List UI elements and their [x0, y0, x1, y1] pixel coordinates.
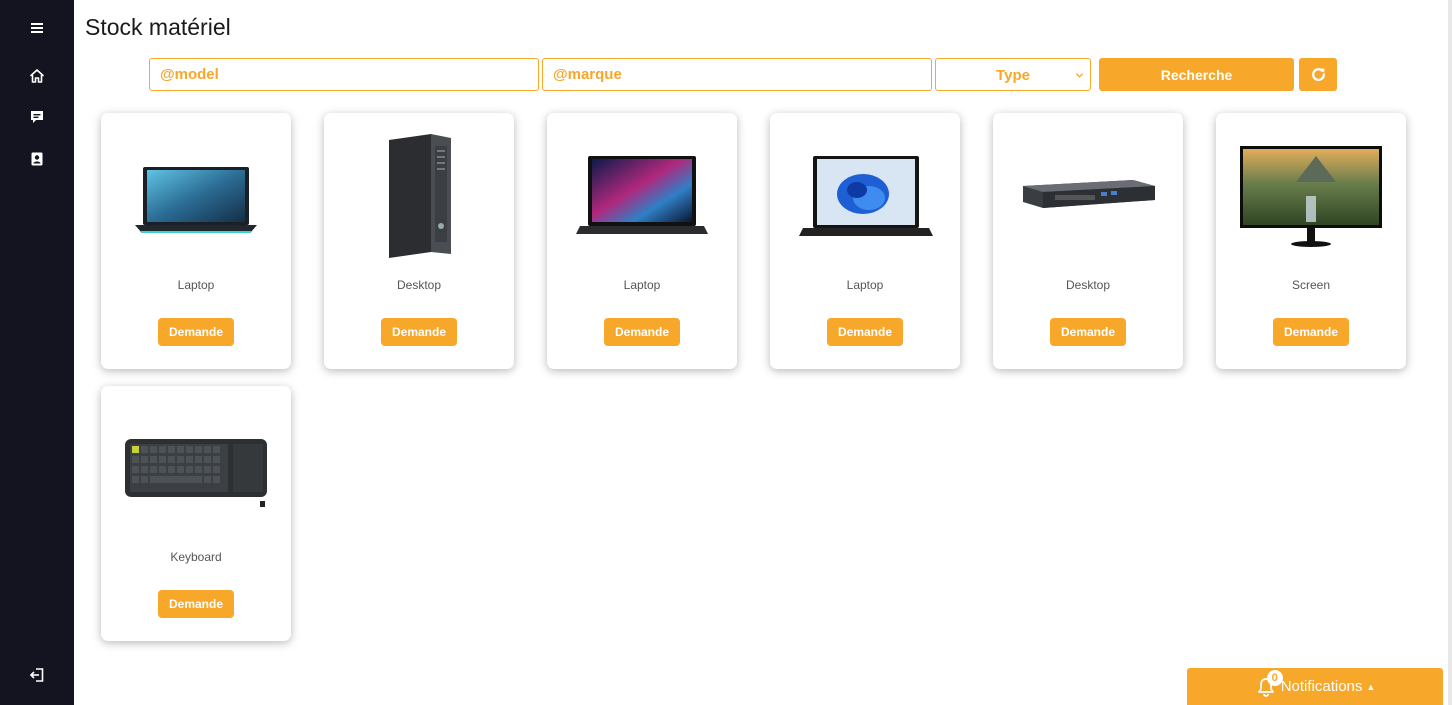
product-type: Screen	[1291, 278, 1331, 292]
demande-button[interactable]: Demande	[158, 590, 234, 618]
notifications-label: Notifications	[1280, 678, 1363, 695]
demande-button[interactable]: Demande	[827, 318, 903, 346]
product-type: Laptop	[623, 278, 661, 292]
demande-button[interactable]: Demande	[604, 318, 680, 346]
desktop-tower-image	[389, 134, 451, 258]
product-type: Laptop	[177, 278, 215, 292]
laptop-image	[135, 167, 257, 233]
notifications-toggle[interactable]: 0 Notifications ▲	[1187, 668, 1443, 705]
search-button[interactable]: Recherche	[1099, 58, 1294, 91]
caret-up-icon: ▲	[1366, 681, 1376, 692]
product-image	[121, 394, 271, 544]
chevron-down-icon	[1075, 73, 1084, 78]
sidebar	[0, 0, 74, 705]
bell-icon: 0	[1255, 669, 1283, 698]
product-image	[1236, 121, 1386, 271]
product-card: Keyboard Demande	[101, 386, 291, 641]
refresh-button[interactable]	[1299, 58, 1337, 91]
product-image	[567, 121, 717, 271]
model-search-input[interactable]	[149, 58, 539, 91]
mini-desktop-image	[1023, 180, 1155, 208]
demande-button[interactable]: Demande	[1050, 318, 1126, 346]
logout-icon[interactable]	[27, 665, 47, 685]
product-card: Desktop Demande	[993, 113, 1183, 369]
page-title: Stock matériel	[85, 14, 231, 40]
type-select[interactable]: Type	[935, 58, 1091, 91]
demande-button[interactable]: Demande	[381, 318, 457, 346]
chat-icon[interactable]	[27, 107, 47, 127]
product-type: Desktop	[396, 278, 442, 292]
product-card: Screen Demande	[1216, 113, 1406, 369]
demande-button[interactable]: Demande	[1273, 318, 1349, 346]
home-icon[interactable]	[27, 66, 47, 86]
product-type: Laptop	[846, 278, 884, 292]
product-image	[790, 121, 940, 271]
product-image	[1013, 121, 1163, 271]
product-card: Desktop Demande	[324, 113, 514, 369]
keyboard-image	[125, 439, 267, 507]
scrollbar-edge	[1448, 0, 1452, 705]
contact-card-icon[interactable]	[27, 149, 47, 169]
product-card: Laptop Demande	[547, 113, 737, 369]
monitor-image	[1240, 146, 1382, 247]
menu-icon[interactable]	[27, 18, 47, 38]
marque-search-input[interactable]	[542, 58, 932, 91]
product-type: Desktop	[1065, 278, 1111, 292]
product-card: Laptop Demande	[101, 113, 291, 369]
type-select-label: Type	[996, 67, 1030, 84]
product-image	[121, 121, 271, 271]
demande-button[interactable]: Demande	[158, 318, 234, 346]
notification-count-badge: 0	[1266, 669, 1283, 686]
refresh-icon	[1311, 68, 1325, 82]
app: Stock matériel Type Recherche Laptop Dem…	[0, 0, 1452, 705]
laptop-image	[799, 156, 933, 236]
product-card: Laptop Demande	[770, 113, 960, 369]
product-image	[344, 121, 494, 271]
product-type: Keyboard	[170, 550, 222, 564]
laptop-image	[576, 156, 708, 234]
